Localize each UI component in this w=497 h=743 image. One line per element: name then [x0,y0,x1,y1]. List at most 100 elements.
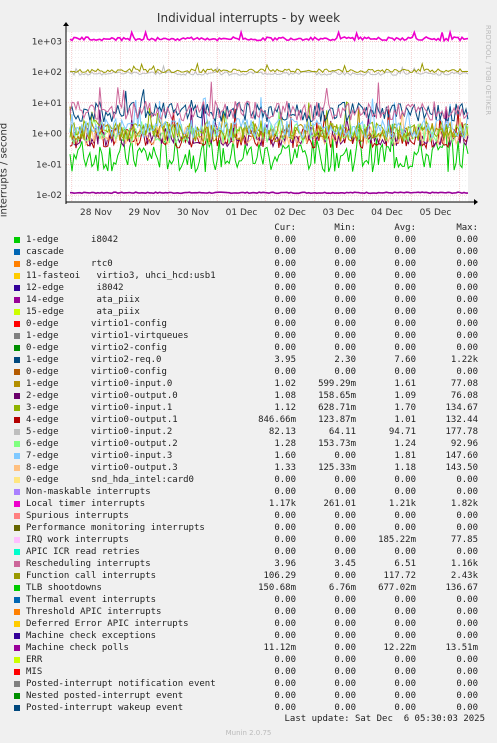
series-cur: 0.00 [274,247,296,257]
series-max: 0.00 [456,475,478,485]
legend-row: 3-edge virtio0-input.1 1.12 628.71m 1.70 134… [0,402,497,414]
series-min: 0.00 [334,307,356,317]
series-cur: 0.00 [274,667,296,677]
y-tick-label: 1e+03 [32,37,62,47]
series-cur: 0.00 [274,655,296,665]
legend-row: 15-edge ata_piix 0.00 0.00 0.00 0.00 [0,306,497,318]
series-max: 0.00 [456,691,478,701]
series-min: 0.00 [334,595,356,605]
series-min: 0.00 [334,703,356,713]
series-max: 92.96 [450,439,478,449]
series-min: 0.00 [334,511,356,521]
series-name: IRQ work interrupts [26,535,129,545]
legend-row: Spurious interrupts 0.00 0.00 0.00 0.00 [0,510,497,522]
col-min: Min: [334,223,356,233]
series-cur: 0.00 [274,703,296,713]
col-cur: Cur: [274,223,296,233]
legend-row: 0-edge snd_hda_intel:card0 0.00 0.00 0.00 0.… [0,474,497,486]
series-avg: 1.01 [394,415,416,425]
x-tick-label: 05 Dec [420,208,452,218]
series-avg: 1.21k [388,499,416,509]
series-avg: 1.70 [394,403,416,413]
series-cur: 0.00 [274,307,296,317]
legend-row: 5-edge virtio0-input.2 82.13 64.11 94.71 177… [0,426,497,438]
series-cur: 0.00 [274,319,296,329]
series-min: 0.00 [334,607,356,617]
series-min: 0.00 [334,523,356,533]
series-max: 1.16k [450,559,478,569]
legend-swatch [14,237,20,243]
legend-row: TLB shootdowns 150.68m 6.76m 677.02m 136.67 [0,582,497,594]
series-name: 7-edge virtio0-input.3 [26,451,173,461]
series-avg: 12.22m [383,643,416,653]
x-tick-label: 03 Dec [323,208,355,218]
series-name: 0-edge snd_hda_intel:card0 [26,475,194,485]
y-axis-arrow [63,22,69,26]
series-cur: 0.00 [274,523,296,533]
series-cur: 82.13 [268,427,296,437]
series-min: 0.00 [334,247,356,257]
series-min: 0.00 [334,667,356,677]
legend-swatch [14,285,20,291]
series-max: 0.00 [456,547,478,557]
series-name: Function call interrupts [26,571,157,581]
legend-swatch [14,453,20,459]
series-min: 3.45 [334,559,356,569]
series-min: 0.00 [334,643,356,653]
x-tick-label: 02 Dec [274,208,306,218]
series-max: 0.00 [456,619,478,629]
series-cur: 0.00 [274,283,296,293]
series-max: 177.78 [445,427,478,437]
legend-swatch [14,501,20,507]
series-max: 77.08 [450,379,478,389]
series-name: Deferred Error APIC interrupts [26,619,189,629]
y-tick-label: 1e-02 [36,191,62,201]
series-avg: 0.00 [394,295,416,305]
series-max: 0.00 [456,631,478,641]
series-avg: 0.00 [394,547,416,557]
series-cur: 0.00 [274,367,296,377]
legend-row: Performance monitoring interrupts 0.00 0.0… [0,522,497,534]
series-cur: 0.00 [274,295,296,305]
series-cur: 150.68m [258,583,296,593]
series-name: Machine check polls [26,643,129,653]
series-min: 0.00 [334,691,356,701]
legend-row: 8-edge virtio0-output.3 1.33 125.33m 1.18 14… [0,462,497,474]
y-tick-label: 1e-01 [36,160,62,170]
legend-swatch [14,693,20,699]
legend-row: Threshold APIC interrupts 0.00 0.00 0.00 0.0… [0,606,497,618]
series-avg: 0.00 [394,283,416,293]
legend-row: 12-edge i8042 0.00 0.00 0.00 0.00 [0,282,497,294]
series-name: 1-edge virtio1-virtqueues [26,331,189,341]
legend-row: 0-edge virtio0-config 0.00 0.00 0.00 0.00 [0,366,497,378]
series-min: 0.00 [334,331,356,341]
series-max: 1.22k [450,355,478,365]
legend-row: Machine check exceptions 0.00 0.00 0.00 0.00 [0,630,497,642]
legend-row: 1-edge i8042 0.00 0.00 0.00 0.00 [0,234,497,246]
series-cur: 1.33 [274,463,296,473]
series-max: 147.60 [445,451,478,461]
series-avg: 1.81 [394,451,416,461]
munin-version: Munin 2.0.75 [225,729,272,737]
legend-swatch [14,249,20,255]
series-avg: 1.18 [394,463,416,473]
series-min: 0.00 [334,631,356,641]
series-min: 628.71m [318,403,356,413]
series-name: Threshold APIC interrupts [26,607,162,617]
series-max: 0.00 [456,367,478,377]
x-tick-label: 04 Dec [371,208,403,218]
series-name: 11-fasteoi virtio3, uhci_hcd:usb1 [26,271,216,281]
series-max: 0.00 [456,283,478,293]
legend-swatch [14,657,20,663]
legend-row: 0-edge virtio1-config 0.00 0.00 0.00 0.00 [0,318,497,330]
series-min: 0.00 [334,295,356,305]
legend-row: 14-edge ata_piix 0.00 0.00 0.00 0.00 [0,294,497,306]
legend-row: 11-fasteoi virtio3, uhci_hcd:usb1 0.00 0.0… [0,270,497,282]
legend-row: Posted-interrupt notification event 0.00 0… [0,678,497,690]
series-avg: 0.00 [394,487,416,497]
x-tick-label: 29 Nov [129,208,162,218]
series-avg: 0.00 [394,511,416,521]
series-cur: 106.29 [263,571,296,581]
series-avg: 6.51 [394,559,416,569]
series-min: 0.00 [334,475,356,485]
